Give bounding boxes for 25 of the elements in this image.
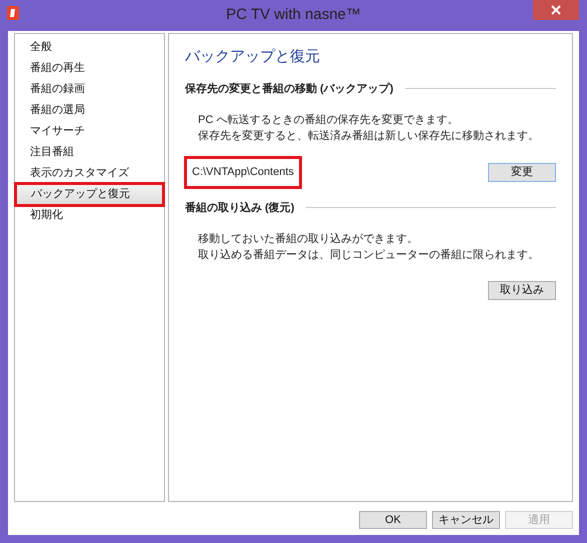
sidebar-item[interactable]: 表示のカスタマイズ: [15, 163, 164, 184]
description-text: 保存先を変更すると、転送済み番組は新しい保存先に移動されます。: [197, 128, 540, 144]
section-heading: 番組の取り込み (復元): [185, 200, 294, 216]
sidebar-item[interactable]: バックアップと復元: [16, 184, 163, 205]
action-button[interactable]: 取り込み: [488, 281, 556, 300]
sidebar-item[interactable]: 全般: [15, 37, 164, 58]
dialog-button[interactable]: キャンセル: [432, 511, 500, 529]
folder-path: C:\VNTApp\Contents: [185, 157, 301, 188]
description-text: 取り込める番組データは、同じコンピューターの番組に限られます。: [197, 248, 540, 263]
dialog-button[interactable]: OK: [359, 511, 427, 529]
page-title: バックアップと復元: [185, 47, 321, 67]
sidebar-item[interactable]: 番組の選局: [15, 100, 164, 121]
sidebar-item[interactable]: 注目番組: [15, 142, 164, 163]
close-icon: [551, 5, 561, 15]
sidebar-item[interactable]: 番組の再生: [15, 58, 164, 79]
app-icon: [6, 5, 20, 21]
action-button[interactable]: 変更: [488, 162, 556, 182]
sidebar-item[interactable]: 初期化: [15, 205, 164, 226]
description-text: PC へ転送するときの番組の保存先を変更できます。: [197, 112, 460, 128]
description-text: 移動しておいた番組の取り込みができます。: [197, 232, 419, 247]
close-button[interactable]: [533, 0, 579, 20]
sidebar-item[interactable]: 番組の録画: [15, 79, 164, 100]
sidebar-item[interactable]: マイサーチ: [15, 121, 164, 142]
window-title: PC TV with nasne™: [226, 5, 361, 26]
section-heading: 保存先の変更と番組の移動 (バックアップ): [185, 82, 394, 96]
